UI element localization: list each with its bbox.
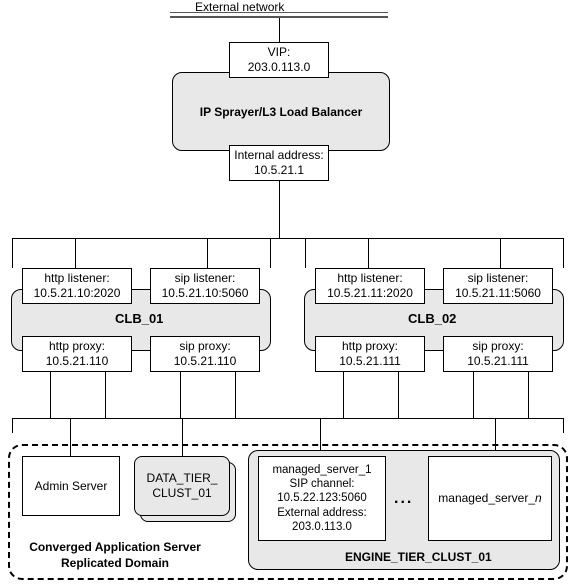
clb01-sip-listener-label: sip listener:	[175, 271, 236, 286]
admin-server-box: Admin Server	[22, 456, 120, 516]
clb01-http-proxy: http proxy: 10.5.21.110	[22, 336, 132, 372]
managed-server-n-suffix: n	[535, 491, 542, 505]
line-clb01-sipproxy-down1	[180, 372, 181, 418]
clb01-http-listener-label: http listener:	[44, 271, 109, 286]
clb02-sip-proxy-value: 10.5.21.111	[467, 354, 529, 369]
clb02-http-listener: http listener: 10.5.21.11:2020	[315, 268, 425, 304]
managed-server-1-sip-value: 10.5.22.123:5060	[277, 491, 367, 505]
internal-address-box: Internal address: 10.5.21.1	[229, 145, 329, 181]
clb01-http-listener-value: 10.5.21.10:2020	[34, 286, 121, 301]
internal-address-label: Internal address:	[234, 148, 323, 163]
line-bus-to-clb01-left-edge	[12, 238, 13, 268]
line-clb01-sipproxy-down2	[235, 372, 236, 418]
engine-tier-cluster-label: ENGINE_TIER_CLUST_01	[345, 550, 492, 564]
managed-server-1-name: managed_server_1	[272, 463, 371, 477]
managed-server-n-box: managed_server_n	[428, 456, 552, 541]
managed-server-1-box: managed_server_1 SIP channel: 10.5.22.12…	[258, 456, 386, 541]
vip-value: 203.0.113.0	[248, 60, 311, 75]
clb02-label: CLB_02	[408, 311, 456, 326]
line-bus-to-clb01-siplistener	[207, 238, 208, 268]
vip-label: VIP:	[268, 45, 291, 60]
load-balancer-box: IP Sprayer/L3 Load Balancer	[172, 72, 390, 151]
data-tier-line1: DATA_TIER_	[147, 471, 218, 485]
clb02-http-listener-value: 10.5.21.11:2020	[327, 286, 413, 301]
internal-address-value: 10.5.21.1	[254, 163, 304, 178]
clb01-sip-listener: sip listener: 10.5.21.10:5060	[150, 268, 260, 304]
clb01-sip-listener-value: 10.5.21.10:5060	[162, 286, 249, 301]
line-clb02-sipproxy-down1	[473, 372, 474, 418]
line-clb02-httpproxy-down2	[398, 372, 399, 418]
clb02-sip-listener: sip listener: 10.5.21.11:5060	[443, 268, 553, 304]
external-network-label: External network	[195, 0, 284, 14]
line-bus-to-clb02-siplistener	[500, 238, 501, 268]
ellipsis: ...	[394, 490, 413, 508]
bus-under-lb	[12, 238, 563, 239]
clb02-http-proxy: http proxy: 10.5.21.111	[315, 336, 425, 372]
vip-box: VIP: 203.0.113.0	[229, 42, 329, 78]
clb02-http-proxy-label: http proxy:	[342, 339, 398, 354]
line-bus-to-clb02-right-edge	[563, 238, 564, 268]
clb01-http-proxy-label: http proxy:	[49, 339, 105, 354]
clb01-sip-proxy-value: 10.5.21.110	[174, 354, 237, 369]
line-bus-to-clb02-left-edge	[305, 238, 306, 268]
clb02-sip-listener-value: 10.5.21.11:5060	[455, 286, 541, 301]
clb02-sip-proxy: sip proxy: 10.5.21.111	[443, 336, 553, 372]
line-bus-to-clb01-httplistener	[75, 238, 76, 268]
data-tier-cluster-stack: DATA_TIER_ CLUST_01	[134, 456, 230, 516]
line-bus-to-clb01-right-edge	[270, 238, 271, 268]
clb02-http-proxy-value: 10.5.21.111	[339, 354, 401, 369]
clb02-http-listener-label: http listener:	[337, 271, 402, 286]
line-bus-to-clb02-httplistener	[368, 238, 369, 268]
data-tier-cluster-front: DATA_TIER_ CLUST_01	[134, 456, 230, 516]
line-clb02-httpproxy-down1	[343, 372, 344, 418]
line-clb02-sipproxy-down2	[528, 372, 529, 418]
managed-server-1-ext-label: External address:	[277, 506, 367, 520]
admin-server-label: Admin Server	[35, 479, 108, 494]
managed-server-n-prefix: managed_server_	[438, 491, 535, 505]
bus-right-endcap	[563, 418, 564, 433]
clb02-sip-proxy-label: sip proxy:	[472, 339, 523, 354]
clb01-label: CLB_01	[115, 311, 163, 326]
managed-server-1-sip-label: SIP channel:	[289, 477, 354, 491]
managed-server-1-ext-value: 203.0.113.0	[292, 520, 352, 534]
clb01-http-listener: http listener: 10.5.21.10:2020	[22, 268, 132, 304]
load-balancer-title: IP Sprayer/L3 Load Balancer	[200, 105, 363, 119]
line-clb01-httpproxy-down1	[50, 372, 51, 418]
domain-label-line2: Replicated Domain	[61, 556, 169, 570]
line-clb01-httpproxy-down2	[105, 372, 106, 418]
clb02-sip-listener-label: sip listener:	[468, 271, 529, 286]
data-tier-line2: CLUST_01	[152, 486, 211, 500]
bus-under-clb	[12, 418, 563, 419]
clb01-http-proxy-value: 10.5.21.110	[46, 354, 109, 369]
clb01-sip-proxy-label: sip proxy:	[179, 339, 230, 354]
clb01-sip-proxy: sip proxy: 10.5.21.110	[150, 336, 260, 372]
domain-label-line1: Converged Application Server	[29, 540, 201, 554]
domain-label: Converged Application Server Replicated …	[25, 540, 205, 571]
bus-left-endcap	[12, 418, 13, 433]
